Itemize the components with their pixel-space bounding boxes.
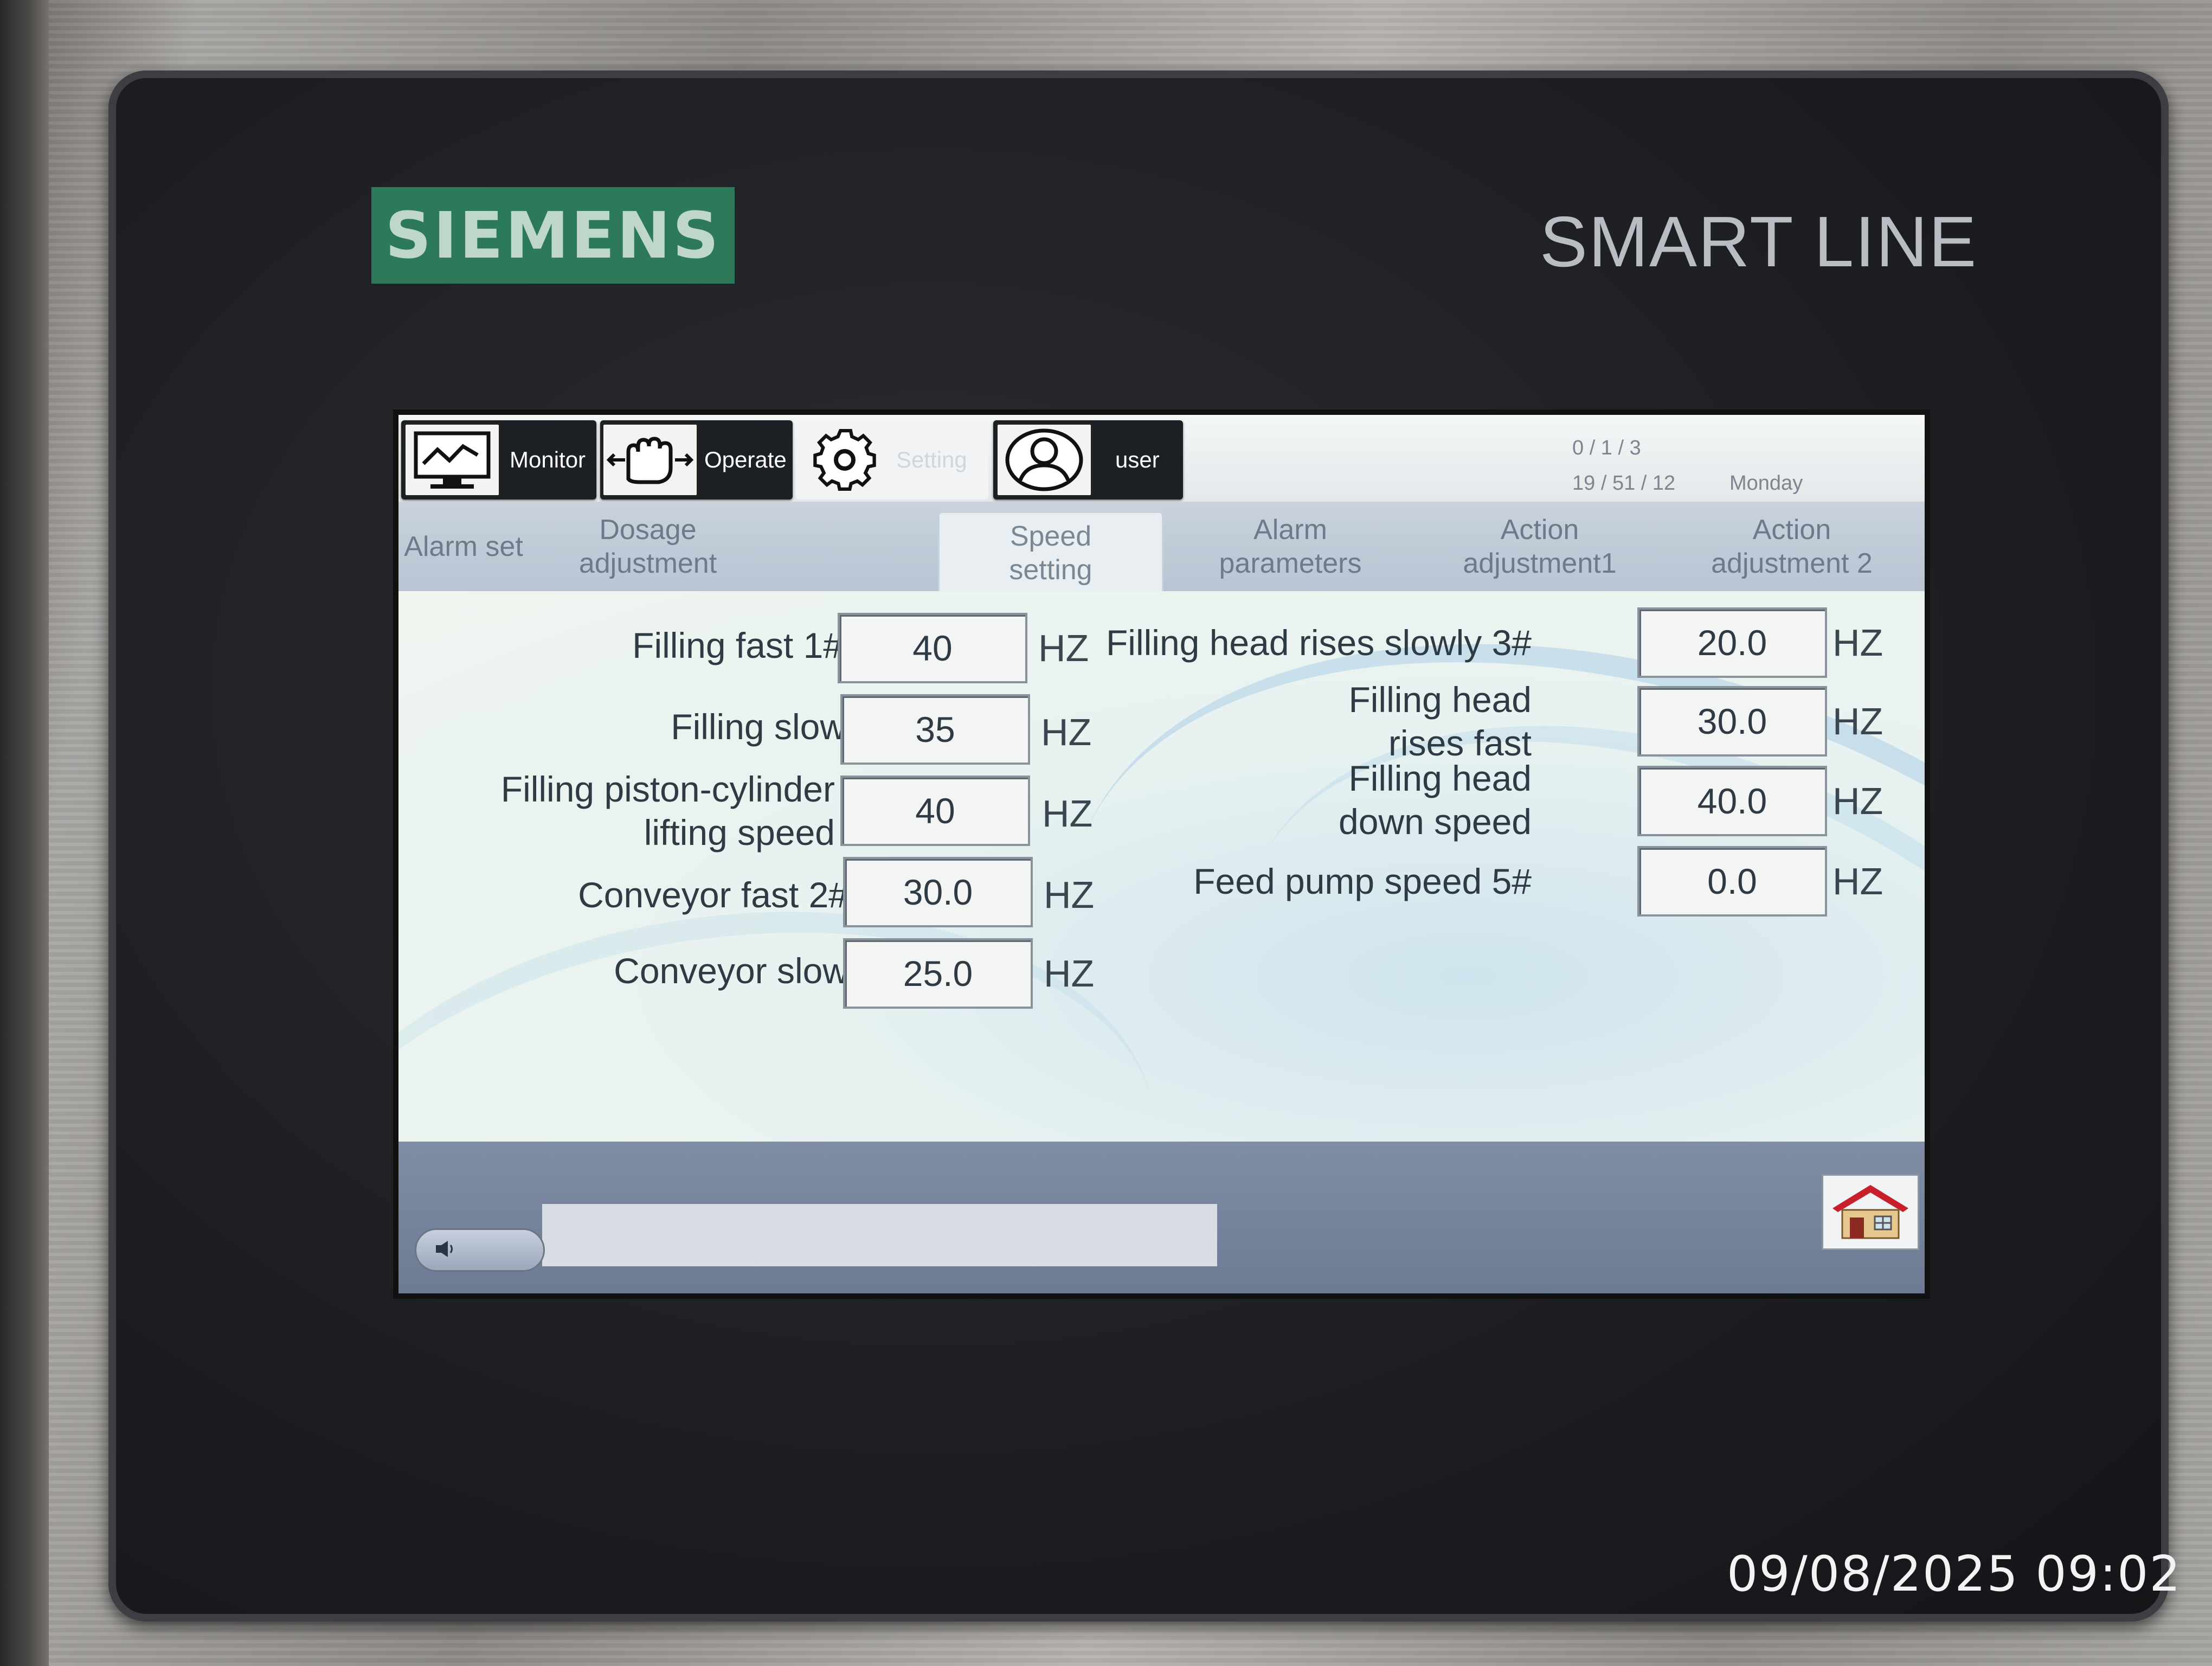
date-readout: 0 / 1 / 3	[1572, 437, 1641, 459]
filling-slow-label: Filling slow	[671, 707, 846, 747]
head-down-speed-label: Filling head down speed	[1339, 758, 1532, 842]
monitor-trend-icon	[403, 422, 501, 497]
nav-user-button[interactable]: user	[993, 420, 1183, 499]
conveyor-fast-unit: HZ	[1044, 874, 1095, 916]
tab-alarm-set[interactable]: Alarm set	[398, 502, 529, 591]
head-down-speed-unit: HZ	[1832, 780, 1883, 822]
nav-monitor-button[interactable]: Monitor	[401, 420, 596, 499]
tab-dosage-adjustment[interactable]: Dosage adjustment	[529, 502, 767, 591]
piston-lifting-speed-label: Filling piston-cylinder lifting speed	[500, 769, 835, 853]
smart-line-label: SMART LINE	[1540, 202, 1978, 281]
weekday-readout: Monday	[1729, 472, 1803, 495]
head-rises-fast-unit: HZ	[1832, 700, 1883, 742]
nav-user-label: user	[1115, 447, 1160, 472]
head-rises-fast-input[interactable]: 30.0	[1637, 686, 1827, 757]
head-rises-slowly-input[interactable]: 20.0	[1637, 607, 1827, 678]
time-readout: 19 / 51 / 12	[1572, 472, 1676, 495]
feed-pump-speed-label: Feed pump speed 5#	[1193, 861, 1532, 901]
hand-icon	[601, 422, 699, 497]
filling-slow-input[interactable]: 35	[840, 694, 1030, 765]
feed-pump-speed-input[interactable]: 0.0	[1637, 846, 1827, 917]
alarm-message-bar	[542, 1204, 1217, 1266]
siemens-logo: SIEMENS	[371, 187, 735, 284]
nav-setting-label: Setting	[896, 447, 967, 472]
nav-setting-button[interactable]: Setting	[796, 420, 988, 499]
filling-slow-unit: HZ	[1041, 711, 1092, 753]
speed-settings-panel: Filling fast 1# 40 HZ Filling slow 35 HZ…	[398, 505, 1925, 1293]
piston-lifting-speed-unit: HZ	[1042, 792, 1093, 835]
feed-pump-speed-unit: HZ	[1832, 860, 1883, 902]
tab-alarm-parameters[interactable]: Alarm parameters	[1185, 502, 1396, 591]
home-button[interactable]	[1822, 1174, 1919, 1250]
filling-fast-input[interactable]: 40	[838, 613, 1027, 683]
cabinet-edge	[0, 0, 49, 1666]
conveyor-slow-input[interactable]: 25.0	[843, 938, 1033, 1009]
top-bar: Monitor Operate Setting user 0 / 1 / 3 1…	[398, 415, 1925, 502]
filling-fast-label: Filling fast 1#	[632, 625, 843, 665]
head-down-speed-input[interactable]: 40.0	[1637, 766, 1827, 836]
nav-monitor-label: Monitor	[510, 447, 586, 472]
conveyor-slow-unit: HZ	[1044, 952, 1095, 995]
nav-operate-label: Operate	[704, 447, 787, 472]
piston-lifting-speed-input[interactable]: 40	[840, 776, 1030, 846]
speaker-icon	[433, 1238, 460, 1262]
tab-bar: Alarm set Dosage adjustment Speed settin…	[398, 502, 1925, 593]
conveyor-fast-input[interactable]: 30.0	[843, 857, 1033, 927]
tab-speed-setting[interactable]: Speed setting	[938, 511, 1163, 593]
photo-timestamp: 09/08/2025 09:02	[1727, 1546, 2182, 1603]
hmi-screen: Monitor Operate Setting user 0 / 1 / 3 1…	[398, 415, 1925, 1293]
head-rises-slowly-label: Filling head rises slowly 3#	[1105, 623, 1532, 663]
gear-icon	[796, 425, 893, 495]
home-icon	[1827, 1178, 1914, 1246]
nav-operate-button[interactable]: Operate	[600, 420, 793, 499]
filling-fast-unit: HZ	[1038, 627, 1089, 669]
head-rises-fast-label: Filling head rises fast	[1348, 680, 1532, 763]
user-icon	[995, 422, 1093, 497]
conveyor-slow-label: Conveyor slow	[614, 951, 848, 991]
head-rises-slowly-unit: HZ	[1832, 621, 1883, 664]
conveyor-fast-label: Conveyor fast 2#	[578, 875, 848, 915]
tab-action-adjustment1[interactable]: Action adjustment1	[1439, 502, 1640, 591]
speaker-button[interactable]	[415, 1228, 545, 1272]
tab-action-adjustment-2[interactable]: Action adjustment 2	[1678, 502, 1906, 591]
